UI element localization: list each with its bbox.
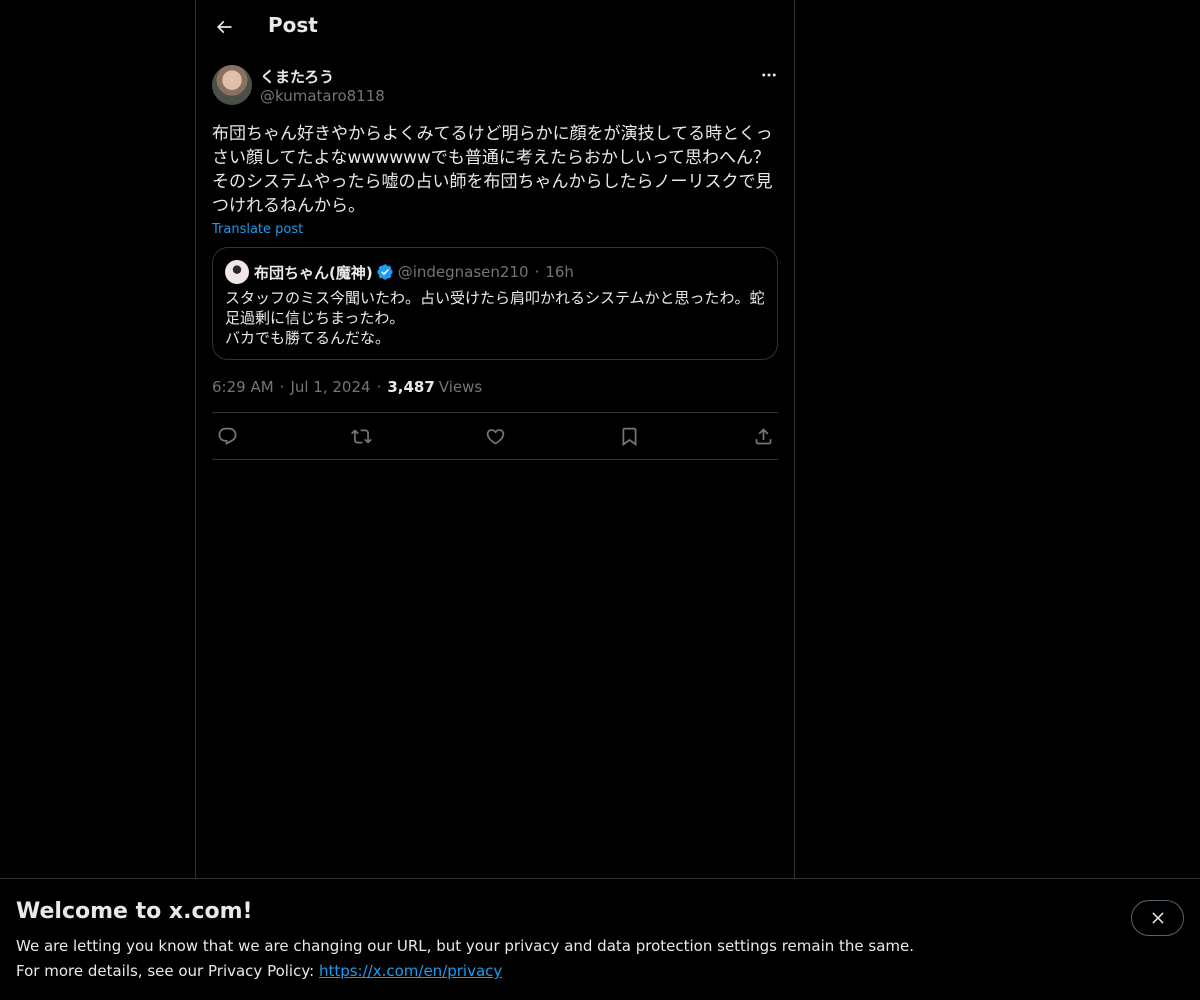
verified-badge-icon — [376, 263, 394, 281]
author-name[interactable]: くまたろう — [260, 66, 334, 87]
quote-avatar — [225, 260, 249, 284]
reply-icon — [218, 427, 236, 445]
post-text: 布団ちゃん好きやからよくみてるけど明らかに顔をが演技してる時とくっさい顔してたよ… — [212, 124, 773, 216]
post-date[interactable]: Jul 1, 2024 — [290, 378, 370, 396]
repost-button[interactable] — [350, 425, 372, 447]
author-handle[interactable]: @kumataro8118 — [260, 87, 385, 105]
bookmark-icon — [622, 427, 636, 446]
views-label: Views — [438, 378, 483, 396]
more-button[interactable] — [742, 64, 778, 86]
separator-dot: · — [376, 378, 382, 396]
quote-author-name: 布団ちゃん(魔神) — [254, 263, 373, 282]
like-icon — [486, 428, 504, 445]
arrow-left-icon — [216, 20, 232, 34]
quote-text: スタッフのミス今聞いたわ。占い受けたら肩叩かれるシステムかと思ったわ。蛇足過剰に… — [225, 289, 765, 347]
more-icon — [762, 73, 776, 77]
main-column: Post くまたろう @kumataro8118 布団ちゃん好きやからよくみてる… — [195, 0, 795, 880]
action-bar — [212, 412, 778, 460]
close-icon — [1151, 912, 1164, 924]
banner-title: Welcome to x.com! — [16, 899, 253, 924]
like-button[interactable] — [484, 425, 506, 447]
post: くまたろう @kumataro8118 布団ちゃん好きやからよくみてるけど明らか… — [196, 64, 794, 460]
close-banner-button[interactable] — [1131, 900, 1184, 936]
quoted-post[interactable]: 布団ちゃん(魔神) @indegnasen210 · 16h スタッフのミス今聞… — [212, 247, 778, 360]
reply-button[interactable] — [216, 425, 238, 447]
share-button[interactable] — [752, 425, 774, 447]
avatar[interactable] — [212, 65, 252, 105]
quote-author-handle: @indegnasen210 — [397, 263, 529, 281]
separator-dot: · — [279, 378, 285, 396]
repost-icon — [350, 428, 372, 444]
header: Post — [196, 0, 794, 54]
translate-link[interactable]: Translate post — [212, 222, 303, 237]
back-button[interactable] — [206, 9, 242, 45]
share-icon — [755, 427, 771, 444]
welcome-banner: Welcome to x.com! We are letting you kno… — [0, 878, 1200, 1000]
post-time[interactable]: 6:29 AM — [212, 378, 274, 396]
author-row: くまたろう @kumataro8118 — [212, 64, 778, 116]
banner-policy-line: For more details, see our Privacy Policy… — [16, 962, 502, 980]
page-title: Post — [268, 13, 318, 37]
views-count: 3,487 — [387, 378, 435, 396]
banner-policy-prefix: For more details, see our Privacy Policy… — [16, 962, 319, 980]
post-meta: 6:29 AM · Jul 1, 2024 · 3,487 Views — [212, 377, 778, 397]
privacy-policy-link[interactable]: https://x.com/en/privacy — [319, 962, 502, 980]
quote-header: 布団ちゃん(魔神) @indegnasen210 · 16h — [225, 260, 765, 284]
bookmark-button[interactable] — [618, 425, 640, 447]
separator-dot: · — [534, 263, 540, 281]
quote-time: 16h — [545, 263, 574, 281]
banner-message: We are letting you know that we are chan… — [16, 937, 915, 955]
